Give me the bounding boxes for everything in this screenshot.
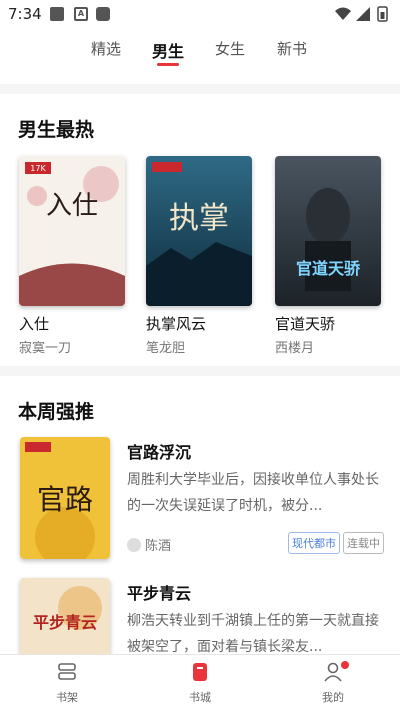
nav-label: 书城 — [189, 691, 211, 704]
app-notification-icon — [96, 7, 110, 21]
book-card[interactable]: 17K 入仕 入仕 寂寞一刀 — [19, 156, 125, 356]
book-title: 入仕 — [19, 315, 50, 333]
book-cover: 官路 — [20, 437, 110, 559]
book-cover: 官道天骄 — [275, 156, 381, 306]
svg-text:17K: 17K — [30, 164, 46, 173]
category-tabs: 精选 男生 女生 新书 — [0, 30, 400, 84]
nav-label: 书架 — [56, 691, 78, 704]
status-time: 7:34 — [8, 5, 42, 23]
book-description: 周胜利大学毕业后，因接收单位人事处长的一次失误延误了时机，被分... — [127, 472, 379, 514]
system-status-icons — [335, 6, 388, 22]
tab-female[interactable]: 女生 — [215, 38, 245, 59]
bookshelf-icon — [58, 663, 76, 680]
notification-icon — [50, 7, 64, 21]
book-author: 陈酒 — [127, 535, 171, 554]
svg-text:入仕: 入仕 — [46, 191, 98, 221]
genre-tag: 现代都市 — [288, 532, 340, 554]
author-icon — [127, 538, 141, 552]
nav-profile[interactable]: 我的 — [293, 661, 373, 705]
hot-section: 男生最热 17K 入仕 入仕 寂寞一刀 执掌 执掌风云 笔龙胆 官道天骄 官道天… — [0, 94, 400, 366]
book-author: 西楼月 — [275, 341, 315, 356]
section-title: 男生最热 — [18, 119, 95, 141]
list-item[interactable]: 平步青云 平步青云 柳浩天转业到千湖镇上任的第一天就直接被架空了，面对着与镇长梁… — [0, 578, 400, 656]
book-title: 平步青云 — [127, 584, 192, 603]
tab-male[interactable]: 男生 — [152, 38, 184, 62]
signal-icon — [356, 7, 370, 21]
book-title: 官路浮沉 — [127, 443, 192, 462]
book-card[interactable]: 执掌 执掌风云 笔龙胆 — [146, 156, 252, 356]
status-bar: 7:34 A — [0, 0, 400, 30]
book-title: 官道天骄 — [275, 315, 336, 333]
bottom-nav: 书架 书城 我的 — [0, 654, 400, 710]
active-tab-indicator — [157, 63, 179, 66]
nav-label: 我的 — [322, 691, 344, 704]
book-cover: 17K 入仕 — [19, 156, 125, 306]
svg-text:执掌: 执掌 — [169, 201, 229, 236]
book-cover: 平步青云 — [20, 578, 110, 656]
book-author: 笔龙胆 — [146, 341, 186, 356]
svg-text:官道天骄: 官道天骄 — [296, 259, 361, 278]
book-cover: 执掌 — [146, 156, 252, 306]
bookstore-icon — [193, 663, 207, 681]
svg-text:平步青云: 平步青云 — [33, 613, 97, 632]
weekly-section: 本周强推 官路 官路浮沉 周胜利大学毕业后，因接收单位人事处长的一次失误延误了时… — [0, 376, 400, 656]
tab-new-books[interactable]: 新书 — [277, 38, 307, 59]
list-item[interactable]: 官路 官路浮沉 周胜利大学毕业后，因接收单位人事处长的一次失误延误了时机，被分.… — [0, 437, 400, 567]
wifi-icon — [335, 7, 351, 20]
nav-bookshelf[interactable]: 书架 — [27, 661, 107, 705]
a-notification-icon: A — [74, 7, 88, 21]
book-card[interactable]: 官道天骄 官道天骄 西楼月 — [275, 156, 381, 356]
book-author: 寂寞一刀 — [19, 341, 72, 356]
book-title: 执掌风云 — [146, 315, 207, 333]
notification-dot — [341, 661, 349, 669]
section-title: 本周强推 — [18, 401, 95, 423]
nav-bookstore[interactable]: 书城 — [160, 661, 240, 705]
svg-text:官路: 官路 — [37, 483, 93, 516]
status-tag: 连载中 — [343, 532, 384, 554]
book-description: 柳浩天转业到千湖镇上任的第一天就直接被架空了，面对着与镇长梁友... — [127, 613, 379, 655]
tab-featured[interactable]: 精选 — [91, 38, 121, 59]
